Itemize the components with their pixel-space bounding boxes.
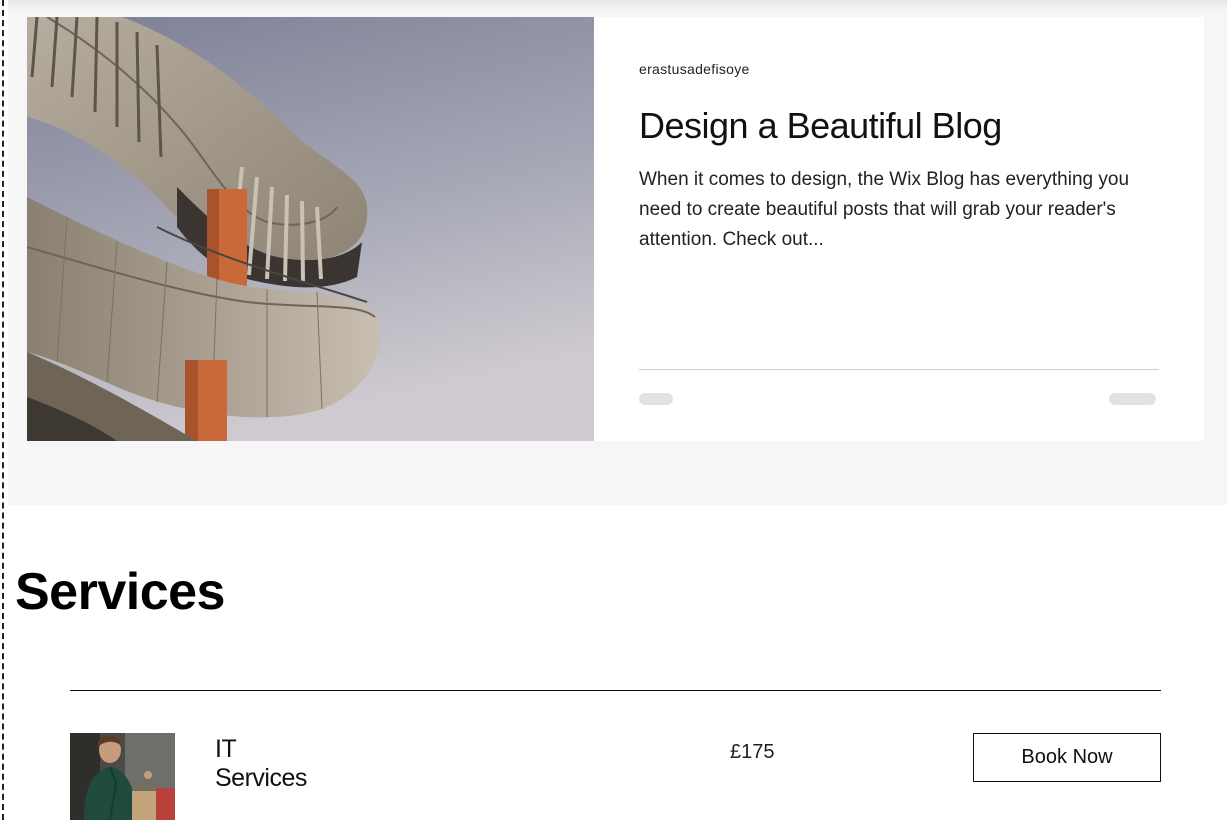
service-photo <box>70 733 175 820</box>
service-thumbnail[interactable] <box>70 733 175 820</box>
post-stats-placeholder <box>639 393 673 405</box>
service-price: £175 <box>730 741 775 763</box>
blog-post-cover-image[interactable] <box>27 17 594 441</box>
services-divider <box>70 690 1161 691</box>
blog-section: erastusadefisoye Design a Beautiful Blog… <box>8 0 1227 505</box>
post-author[interactable]: erastusadefisoye <box>639 61 750 77</box>
service-name[interactable]: IT Services <box>215 735 307 793</box>
post-excerpt[interactable]: When it comes to design, the Wix Blog ha… <box>639 165 1159 255</box>
post-likes-placeholder <box>1109 393 1156 405</box>
blog-post-card[interactable]: erastusadefisoye Design a Beautiful Blog… <box>27 17 1204 441</box>
top-shadow <box>8 0 1227 12</box>
post-title[interactable]: Design a Beautiful Blog <box>639 105 1002 147</box>
blog-post-content: erastusadefisoye Design a Beautiful Blog… <box>594 17 1204 441</box>
services-heading: Services <box>15 563 225 621</box>
post-divider <box>639 369 1159 370</box>
book-now-button[interactable]: Book Now <box>973 733 1161 782</box>
editor-dashed-guide <box>2 0 4 820</box>
architecture-photo <box>27 17 594 441</box>
